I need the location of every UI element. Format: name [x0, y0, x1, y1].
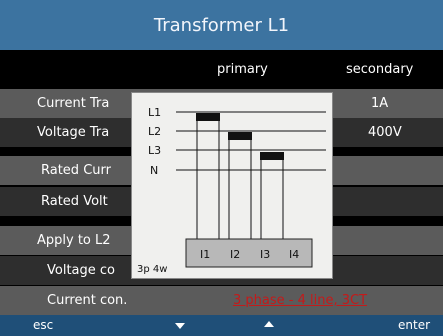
esc-softkey[interactable]: esc	[33, 318, 53, 332]
terminal-i2: I2	[230, 248, 241, 261]
column-header: primary secondary	[0, 54, 443, 86]
row-label: Apply to L2	[37, 233, 111, 248]
row-label: Current con.	[47, 293, 128, 308]
ct-loop-1	[196, 114, 220, 240]
row-label: Current Tra	[37, 96, 110, 111]
window-title: Transformer L1	[153, 14, 290, 36]
secondary-column-header: secondary	[346, 62, 414, 77]
row-label: Rated Volt	[41, 194, 108, 209]
wiring-diagram-popup: L1 L2 L3 N 3p 4w I1 I2 I3 I4	[131, 92, 333, 279]
terminal-i3: I3	[260, 248, 271, 261]
window-title-bar: Transformer L1	[0, 0, 443, 50]
ct-core-2	[228, 132, 252, 140]
terminal-i1: I1	[200, 248, 211, 261]
current-connection-value[interactable]: 3 phase - 4 line, 3CT	[233, 293, 367, 308]
arrow-down-icon[interactable]	[175, 323, 185, 329]
row-label: Rated Curr	[41, 163, 111, 178]
ct-core-3	[260, 152, 284, 160]
softkey-bar: esc enter	[0, 315, 443, 336]
row-label: Voltage Tra	[37, 125, 110, 140]
mode-label: 3p 4w	[137, 264, 168, 275]
enter-softkey[interactable]: enter	[398, 318, 430, 332]
row-label: Voltage co	[47, 263, 115, 278]
ct-core-1	[196, 113, 220, 121]
row-current-connection[interactable]: Current con. 3 phase - 4 line, 3CT	[0, 286, 443, 315]
primary-column-header: primary	[217, 62, 268, 77]
row-secondary-value: 1A	[371, 96, 389, 111]
arrow-up-icon[interactable]	[264, 321, 274, 327]
row-secondary-value: 400V	[368, 125, 402, 140]
terminal-i4: I4	[289, 248, 300, 261]
ct-loop-3	[260, 153, 284, 240]
